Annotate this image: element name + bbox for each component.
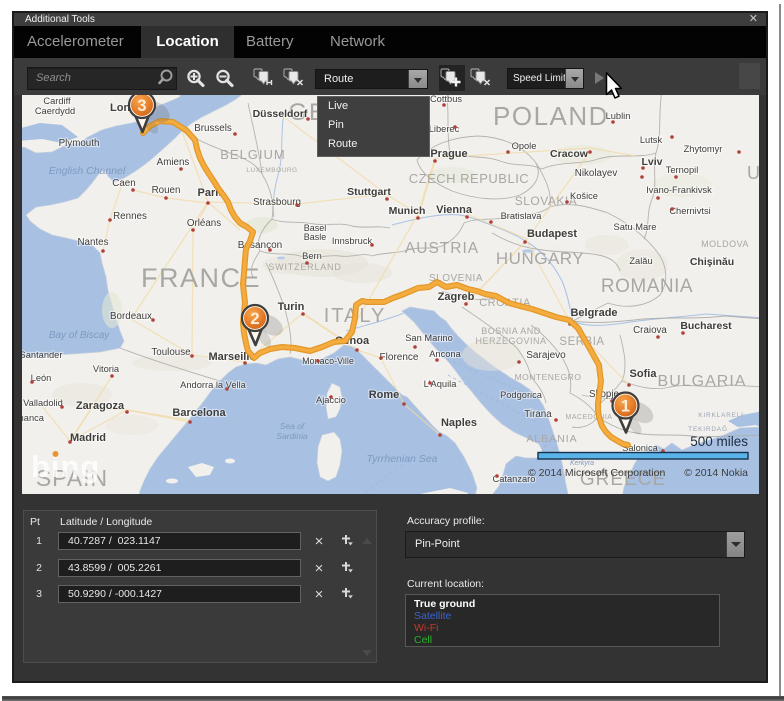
svg-text:Cardiff: Cardiff bbox=[43, 96, 71, 106]
svg-text:Tyrrhenian Sea: Tyrrhenian Sea bbox=[366, 453, 437, 465]
svg-text:Prague: Prague bbox=[430, 148, 467, 160]
svg-text:Podgorica: Podgorica bbox=[500, 390, 543, 400]
svg-text:English Channel: English Channel bbox=[49, 165, 126, 177]
svg-text:Innsbruck: Innsbruck bbox=[332, 236, 373, 246]
svg-text:bing: bing bbox=[31, 449, 100, 484]
svg-text:BULGARIA: BULGARIA bbox=[658, 373, 747, 390]
svg-text:Sarajevo: Sarajevo bbox=[526, 350, 566, 361]
svg-text:MACEDONIA: MACEDONIA bbox=[566, 414, 613, 421]
svg-text:Zaragoza: Zaragoza bbox=[76, 400, 125, 412]
svg-text:Madrid: Madrid bbox=[70, 432, 106, 444]
svg-text:Bay of Biscay: Bay of Biscay bbox=[49, 330, 111, 341]
svg-text:Orléans: Orléans bbox=[187, 218, 221, 229]
svg-text:Florence: Florence bbox=[380, 352, 419, 363]
svg-text:Ternopil: Ternopil bbox=[666, 165, 699, 175]
svg-text:1: 1 bbox=[621, 398, 630, 416]
svg-text:Bratislava: Bratislava bbox=[501, 211, 543, 221]
svg-text:Stuttgart: Stuttgart bbox=[347, 186, 391, 198]
svg-text:Caerdydd: Caerdydd bbox=[35, 106, 75, 116]
svg-text:MONTENEGRO: MONTENEGRO bbox=[515, 372, 582, 382]
svg-text:Vienna: Vienna bbox=[436, 204, 473, 216]
svg-text:Munich: Munich bbox=[389, 205, 426, 217]
svg-text:TEKIRDAĞ: TEKIRDAĞ bbox=[688, 424, 728, 433]
svg-text:Nikolayev: Nikolayev bbox=[575, 168, 618, 179]
svg-text:ALBANIA: ALBANIA bbox=[526, 433, 577, 445]
svg-text:Chişinău: Chişinău bbox=[690, 256, 734, 268]
svg-text:Chernivtsi: Chernivtsi bbox=[669, 206, 710, 216]
svg-text:Andorra la Vella: Andorra la Vella bbox=[180, 380, 246, 390]
svg-text:Vitoria: Vitoria bbox=[93, 364, 120, 374]
svg-text:2: 2 bbox=[250, 310, 259, 328]
svg-text:CZECH REPUBLIC: CZECH REPUBLIC bbox=[409, 171, 529, 186]
svg-text:Budapest: Budapest bbox=[527, 228, 577, 240]
svg-text:BOSNIA AND: BOSNIA AND bbox=[481, 326, 541, 336]
svg-text:Ivano-Frankivsk: Ivano-Frankivsk bbox=[646, 185, 712, 195]
svg-text:Lublin: Lublin bbox=[606, 111, 631, 121]
svg-text:LUXEMBOURG: LUXEMBOURG bbox=[246, 167, 297, 174]
svg-text:San Marino: San Marino bbox=[405, 333, 453, 343]
svg-text:Naples: Naples bbox=[441, 417, 477, 429]
svg-text:Rennes: Rennes bbox=[113, 211, 147, 222]
svg-text:© 2014 Microsoft Corporation: © 2014 Microsoft Corporation bbox=[528, 467, 665, 479]
svg-text:Monaco-Ville: Monaco-Ville bbox=[302, 356, 354, 366]
svg-text:Barcelona: Barcelona bbox=[172, 407, 226, 419]
svg-text:Cottbus: Cottbus bbox=[430, 95, 462, 104]
svg-text:BELGIUM: BELGIUM bbox=[220, 147, 286, 162]
svg-text:HUNGARY: HUNGARY bbox=[496, 249, 584, 268]
svg-text:Basle: Basle bbox=[304, 232, 327, 242]
svg-text:Caen: Caen bbox=[112, 178, 135, 189]
svg-text:Amiens: Amiens bbox=[157, 157, 190, 168]
svg-text:SWITZERLAND: SWITZERLAND bbox=[268, 262, 341, 272]
svg-text:León: León bbox=[31, 373, 52, 383]
svg-text:Zagreb: Zagreb bbox=[438, 291, 475, 303]
svg-text:Ancona: Ancona bbox=[429, 349, 461, 359]
svg-text:© 2014 Nokia: © 2014 Nokia bbox=[684, 467, 748, 479]
svg-text:Santander: Santander bbox=[22, 350, 62, 360]
svg-text:Toulouse: Toulouse bbox=[151, 347, 191, 358]
svg-text:Sofia: Sofia bbox=[630, 368, 658, 380]
svg-text:Zalău: Zalău bbox=[629, 256, 652, 266]
svg-text:UKRAINE: UKRAINE bbox=[747, 163, 759, 183]
svg-text:Bucharest: Bucharest bbox=[680, 320, 732, 332]
svg-text:Rouen: Rouen bbox=[152, 185, 181, 196]
svg-text:Cracow: Cracow bbox=[550, 148, 589, 160]
svg-text:Kerkyra: Kerkyra bbox=[570, 460, 594, 467]
svg-text:Brussels: Brussels bbox=[194, 123, 232, 134]
svg-text:KIRKLARELI: KIRKLARELI bbox=[698, 412, 744, 419]
svg-text:Strasbourg: Strasbourg bbox=[253, 197, 301, 208]
svg-text:Belgrade: Belgrade bbox=[570, 307, 617, 319]
svg-text:HERZEGOVINA: HERZEGOVINA bbox=[475, 336, 546, 346]
svg-text:Bordeaux: Bordeaux bbox=[110, 311, 152, 322]
svg-text:Sea of: Sea of bbox=[280, 421, 306, 431]
svg-text:ROMANIA: ROMANIA bbox=[601, 276, 693, 297]
svg-text:AUSTRIA: AUSTRIA bbox=[405, 240, 479, 257]
svg-text:Lutsk: Lutsk bbox=[640, 135, 663, 145]
svg-text:Turin: Turin bbox=[278, 301, 305, 313]
svg-text:Rome: Rome bbox=[369, 389, 400, 401]
svg-text:500 miles: 500 miles bbox=[690, 434, 748, 449]
svg-text:Opole: Opole bbox=[512, 141, 537, 151]
svg-text:Craiova: Craiova bbox=[633, 325, 667, 336]
svg-text:manca: manca bbox=[22, 413, 45, 423]
svg-text:POLAND: POLAND bbox=[493, 101, 609, 131]
svg-text:Satu Mare: Satu Mare bbox=[614, 222, 657, 232]
svg-text:Lviv: Lviv bbox=[641, 156, 662, 168]
svg-text:MOLDOVA: MOLDOVA bbox=[701, 239, 749, 249]
svg-text:Zhytomyr: Zhytomyr bbox=[684, 144, 723, 154]
svg-text:3: 3 bbox=[137, 97, 146, 115]
svg-text:Sardinia: Sardinia bbox=[276, 431, 307, 441]
svg-text:Nantes: Nantes bbox=[77, 237, 108, 248]
svg-text:Košice: Košice bbox=[570, 191, 598, 201]
svg-text:Bern: Bern bbox=[302, 251, 322, 261]
svg-text:Düsseldorf: Düsseldorf bbox=[253, 108, 308, 120]
svg-text:Tirana: Tirana bbox=[524, 409, 552, 420]
svg-text:Valladolid: Valladolid bbox=[23, 398, 63, 408]
svg-text:Plymouth: Plymouth bbox=[59, 138, 100, 149]
